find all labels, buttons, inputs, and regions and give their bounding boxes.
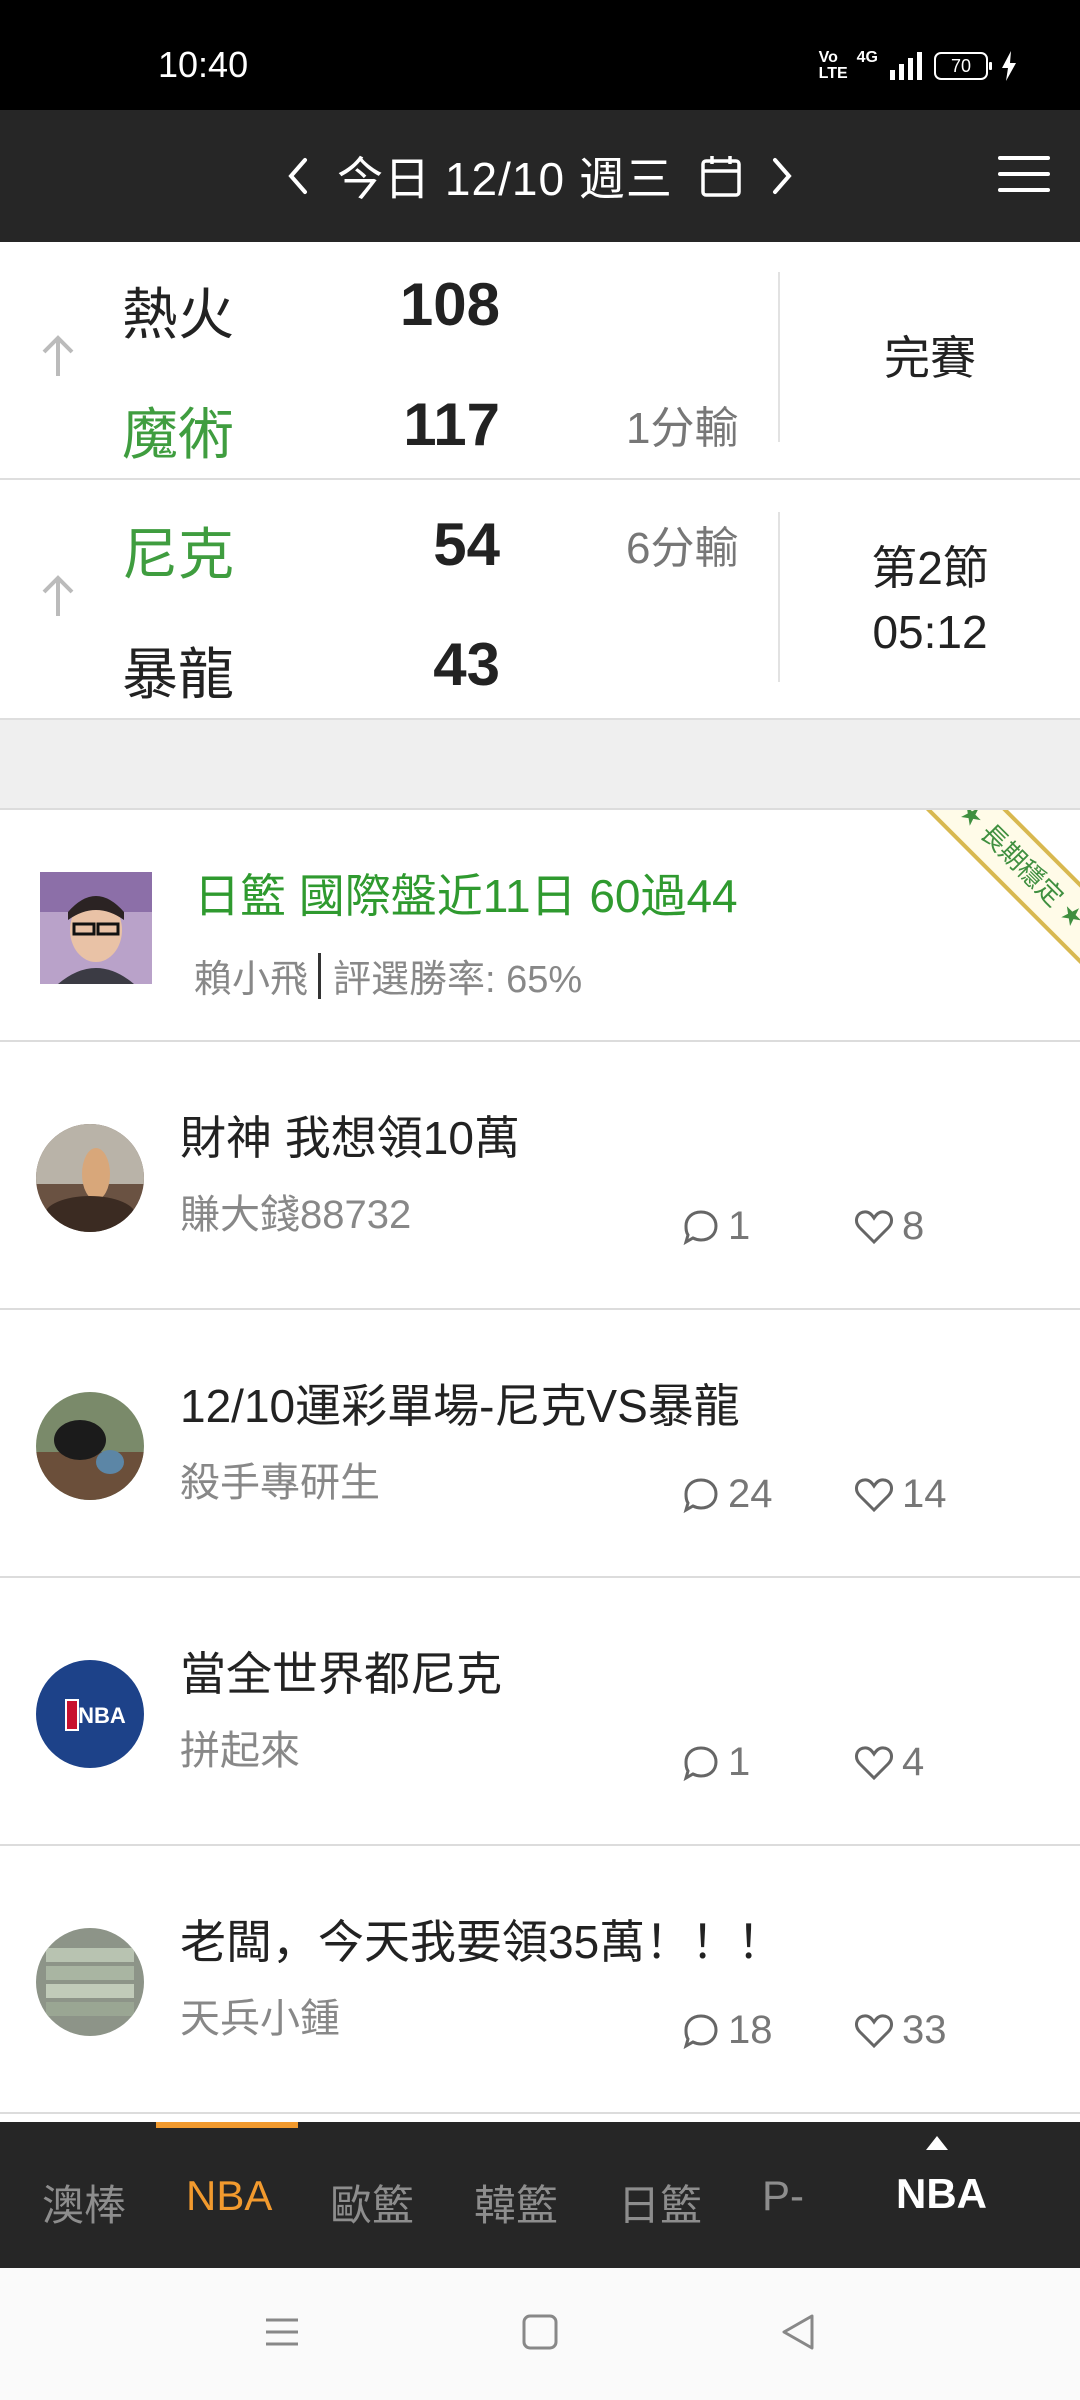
home-icon[interactable]	[520, 2312, 560, 2352]
team-score: 117	[403, 391, 500, 458]
win-rate: 評選勝率: 65%	[333, 959, 583, 1001]
up-arrow-icon	[42, 335, 74, 376]
tab-nba[interactable]: NBA	[186, 2172, 272, 2220]
comment-icon	[683, 2013, 718, 2049]
charging-icon	[1002, 51, 1016, 81]
tipster-name: 賴小飛	[194, 959, 309, 1001]
league-selector[interactable]: NBA	[896, 2170, 987, 2218]
like-count[interactable]: 4	[854, 1740, 924, 1785]
team-score: 54	[433, 511, 500, 578]
post-item[interactable]: 12/10運彩單場-尼克VS暴龍 殺手專研生 24 14	[0, 1310, 1080, 1578]
status-icons: Vo LTE 4G 70	[818, 49, 1018, 82]
tab-japan-basketball[interactable]: 日籃	[618, 2172, 702, 2233]
volte-icon: Vo LTE	[818, 49, 848, 82]
post-title: 當全世界都尼克	[180, 1648, 502, 1700]
post-title: 老闆，今天我要領35萬！！！	[180, 1916, 784, 1968]
team-name: 尼克	[122, 523, 234, 586]
nba-logo-avatar: NBA	[36, 1660, 144, 1768]
hamburger-menu-icon[interactable]	[998, 156, 1050, 196]
status-bar: 10:40 Vo LTE 4G 70	[0, 0, 1080, 110]
team-score: 108	[399, 271, 500, 338]
comment-count[interactable]: 18	[682, 2008, 773, 2053]
next-day-chevron-icon[interactable]	[769, 154, 795, 198]
date-label[interactable]: 今日 12/10 週三	[337, 143, 673, 209]
featured-pick[interactable]: 日籃 國際盤近11日 60過44 賴小飛 評選勝率: 65% ★ 長期穩定 ★	[0, 810, 1080, 1042]
post-title: 財神 我想領10萬	[180, 1112, 520, 1164]
point-margin: 6分輸	[626, 524, 739, 573]
avatar	[36, 1928, 144, 2036]
post-author: 賺大錢88732	[180, 1193, 412, 1237]
point-margin: 1分輸	[626, 404, 739, 453]
comment-count[interactable]: 1	[682, 1204, 750, 1249]
post-author: 天兵小鍾	[180, 1997, 340, 2041]
app-header: 今日 12/10 週三	[0, 110, 1080, 242]
like-count[interactable]: 14	[854, 1472, 947, 1517]
recent-apps-icon[interactable]	[262, 2312, 302, 2352]
game-row-2[interactable]: 尼克 54 暴龍 43 6分輸 第2節 05:12	[0, 482, 1080, 720]
status-time: 10:40	[158, 44, 249, 85]
league-tab-bar: 澳棒 NBA 歐籃 韓籃 日籃 P- NBA	[0, 2122, 1080, 2268]
like-count[interactable]: 8	[854, 1204, 924, 1249]
game-row-1[interactable]: 熱火 108 魔術 117 1分輸 完賽	[0, 242, 1080, 480]
heart-icon	[855, 1477, 893, 1512]
section-gap	[0, 720, 1080, 810]
avatar	[36, 1124, 144, 1232]
post-item[interactable]: 財神 我想領10萬 賺大錢88732 1 8	[0, 1042, 1080, 1310]
svg-text:NBA: NBA	[78, 1703, 126, 1728]
up-arrow-icon	[42, 575, 74, 616]
like-count[interactable]: 33	[854, 2008, 947, 2053]
post-item[interactable]: 老闆，今天我要領35萬！！！ 天兵小鍾 18 33	[0, 1846, 1080, 2114]
tab-euro-basketball[interactable]: 歐籃	[330, 2172, 414, 2233]
network-type-label: 4G	[856, 49, 878, 66]
comment-count[interactable]: 24	[682, 1472, 773, 1517]
post-item[interactable]: NBA 當全世界都尼克 拼起來 1 4	[0, 1578, 1080, 1846]
caret-up-icon	[926, 2136, 948, 2150]
game-clock: 05:12	[872, 606, 988, 658]
heart-icon	[855, 1745, 893, 1780]
long-term-stable-ribbon: ★ 長期穩定 ★	[916, 810, 1080, 971]
team-name: 熱火	[122, 283, 234, 346]
tab-korea-basketball[interactable]: 韓籃	[474, 2172, 558, 2233]
battery-icon: 70	[934, 52, 992, 80]
signal-icon	[890, 52, 922, 80]
heart-icon	[855, 1209, 893, 1244]
tab-aus-baseball[interactable]: 澳棒	[42, 2172, 126, 2233]
avatar	[36, 1392, 144, 1500]
game-period: 第2節	[871, 542, 989, 594]
prev-day-chevron-icon[interactable]	[285, 154, 311, 198]
comment-icon	[683, 1745, 718, 1781]
post-author: 拼起來	[180, 1729, 300, 1773]
heart-icon	[855, 2013, 893, 2048]
team-name: 暴龍	[122, 643, 234, 706]
comment-icon	[683, 1209, 718, 1245]
tab-p-league[interactable]: P-	[762, 2172, 804, 2220]
comment-icon	[683, 1477, 718, 1513]
featured-meta: 賴小飛 評選勝率: 65%	[194, 948, 582, 1003]
featured-title: 日籃 國際盤近11日 60過44	[194, 870, 738, 922]
system-nav-bar	[0, 2268, 1080, 2400]
game-status: 完賽	[884, 332, 976, 384]
active-tab-indicator	[156, 2122, 298, 2128]
tipster-avatar	[40, 872, 152, 984]
back-icon[interactable]	[778, 2312, 818, 2352]
comment-count[interactable]: 1	[682, 1740, 750, 1785]
calendar-icon[interactable]	[699, 153, 743, 199]
team-name: 魔術	[122, 403, 234, 466]
team-score: 43	[433, 631, 500, 698]
post-title: 12/10運彩單場-尼克VS暴龍	[180, 1380, 740, 1432]
post-author: 殺手專研生	[180, 1461, 380, 1505]
